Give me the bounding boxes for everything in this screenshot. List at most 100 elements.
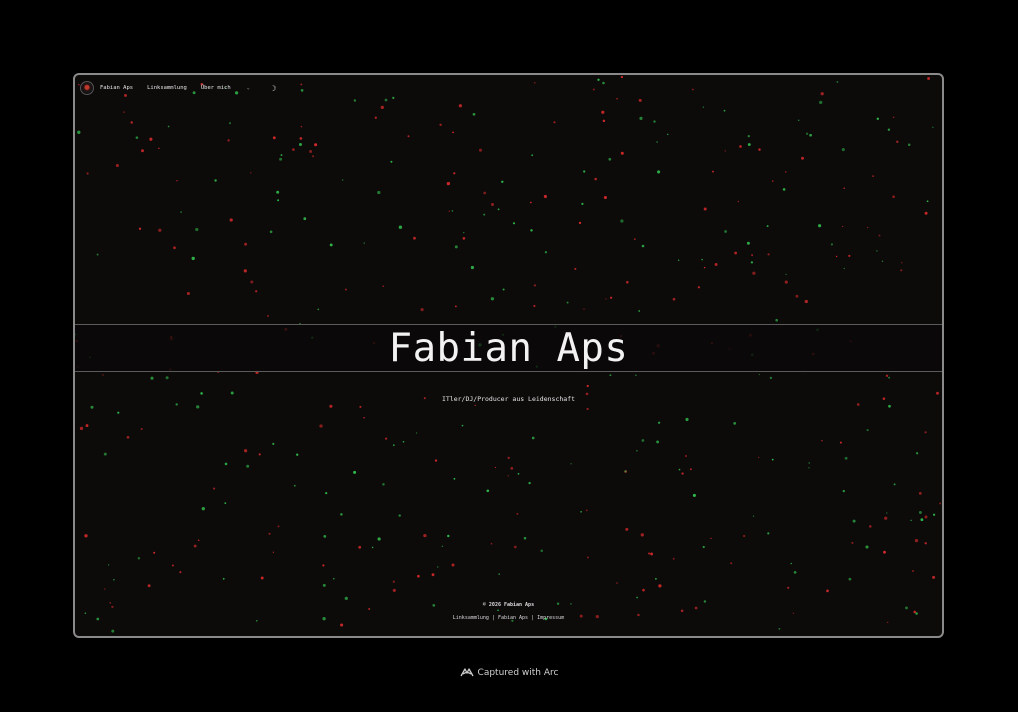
star-dot [883, 550, 886, 554]
star-dot [900, 269, 903, 272]
star-dot [171, 564, 174, 567]
star-dot [102, 374, 104, 376]
star-dot [787, 586, 790, 589]
nav-dropdown-label: Über mich [200, 85, 231, 91]
star-dot [927, 77, 931, 80]
star-dot [363, 416, 365, 419]
hero-band: Fabian Aps [75, 324, 942, 372]
star-dot [377, 190, 381, 195]
star-dot [344, 596, 348, 601]
star-dot [605, 298, 607, 300]
star-dot [277, 525, 280, 528]
star-dot [176, 179, 178, 182]
star-dot [353, 470, 357, 474]
star-dot [513, 545, 517, 549]
nav-link-linksammlung[interactable]: Linksammlung [147, 85, 187, 91]
star-dot [314, 143, 318, 147]
star-dot [638, 310, 641, 312]
star-dot [839, 441, 842, 444]
star-dot [453, 477, 456, 480]
star-dot [272, 551, 275, 553]
star-dot [804, 299, 808, 304]
star-dot [848, 577, 852, 581]
star-dot [195, 227, 199, 232]
star-dot [417, 574, 420, 578]
star-dot [434, 459, 438, 462]
star-dot [601, 110, 605, 114]
star-dot [227, 139, 230, 142]
browser-frame: Fabian Aps Linksammlung Über mich ⌄ ☽ Fab… [73, 73, 944, 638]
star-dot [775, 318, 778, 322]
footer-link-impressum[interactable]: Impressum [537, 615, 564, 621]
star-dot [250, 172, 252, 174]
moon-icon[interactable]: ☽ [272, 84, 277, 93]
star-dot [340, 623, 344, 627]
star-dot [734, 251, 738, 255]
star-dot [269, 230, 273, 234]
star-dot [888, 404, 891, 408]
star-dot [672, 557, 675, 560]
star-dot [437, 566, 439, 568]
star-dot [392, 444, 395, 447]
star-dot [431, 573, 435, 577]
star-dot [340, 513, 343, 516]
star-dot [531, 154, 534, 157]
star-dot [191, 256, 195, 261]
star-dot [747, 134, 750, 138]
star-dot [214, 179, 217, 182]
star-dot [322, 564, 325, 567]
star-dot [578, 221, 582, 225]
nav-brand[interactable]: Fabian Aps [100, 85, 133, 91]
star-dot [371, 546, 374, 549]
star-dot [639, 116, 643, 120]
star-dot [501, 180, 504, 184]
star-dot [915, 452, 919, 455]
star-dot [512, 222, 516, 225]
star-dot [932, 513, 936, 516]
footer-link-fabian-aps[interactable]: Fabian Aps [498, 615, 528, 621]
star-dot [528, 481, 531, 485]
star-dot [96, 253, 99, 256]
star-dot [574, 267, 577, 270]
star-dot [540, 549, 543, 553]
star-dot [140, 427, 143, 431]
star-dot [602, 81, 605, 85]
star-dot [742, 534, 746, 538]
star-dot [586, 556, 589, 559]
star-dot [620, 219, 624, 223]
star-dot [878, 234, 881, 237]
star-dot [377, 537, 381, 541]
star-dot [544, 251, 548, 254]
star-dot [454, 245, 458, 249]
star-dot [752, 515, 755, 517]
star-dot [329, 243, 333, 247]
star-dot [866, 429, 869, 432]
star-dot [616, 582, 618, 584]
star-dot [844, 456, 848, 460]
star-dot [785, 273, 787, 276]
nav-dropdown-ueber-mich[interactable]: Über mich ⌄ [201, 85, 264, 91]
star-dot [323, 535, 327, 538]
footer-copyright: © 2026 Fabian Aps [482, 602, 535, 608]
star-dot [293, 484, 296, 487]
star-dot [107, 564, 110, 566]
star-dot [244, 242, 248, 246]
star-dot [747, 143, 751, 146]
star-dot [793, 571, 797, 574]
avatar-logo[interactable] [80, 81, 94, 95]
star-dot [836, 80, 839, 83]
star-dot [692, 88, 694, 91]
star-dot [135, 136, 139, 139]
star-dot [462, 237, 466, 240]
star-dot [447, 534, 450, 538]
star-dot [714, 263, 718, 266]
star-dot [268, 532, 271, 535]
star-dot [751, 254, 754, 257]
star-dot [918, 511, 922, 514]
star-dot [309, 150, 313, 153]
star-dot [795, 294, 799, 298]
star-dot [534, 82, 536, 84]
star-dot [111, 629, 115, 633]
hero-title: Fabian Aps [388, 325, 629, 371]
footer-link-linksammlung[interactable]: Linksammlung [453, 615, 489, 621]
